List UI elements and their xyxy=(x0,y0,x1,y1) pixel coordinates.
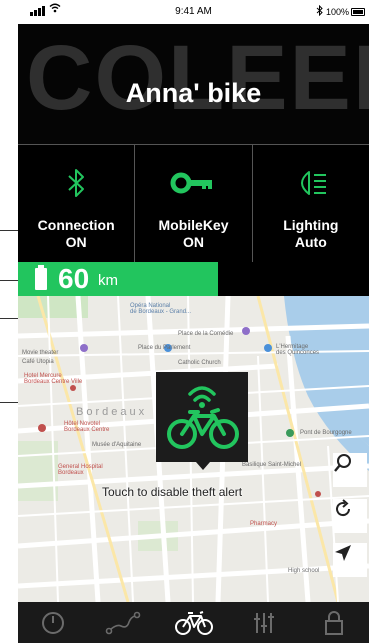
bicycle-icon xyxy=(174,610,213,635)
nav-bike[interactable] xyxy=(158,602,228,643)
key-icon xyxy=(135,165,251,201)
map-label-catholic-church: Catholic Church xyxy=(178,360,221,366)
search-icon xyxy=(334,454,351,472)
status-tiles: Connection ON MobileKey ON Lighting Auto xyxy=(18,144,369,262)
phone-screen: 9:41 AM 100% COLEEN Anna' bike Connectio… xyxy=(18,0,369,643)
map-label-pont: Pont de Bourgogne xyxy=(300,430,352,436)
battery-icon xyxy=(351,8,365,16)
range-value: 60 xyxy=(58,263,90,294)
status-bar: 9:41 AM 100% xyxy=(18,0,369,24)
headlight-icon xyxy=(253,165,369,201)
tile-connection[interactable]: Connection ON xyxy=(18,145,136,262)
range-unit: km xyxy=(98,272,118,289)
map-label-basilique: Basilique Saint-Michel xyxy=(242,462,302,468)
range-bar: 60 km xyxy=(18,262,218,296)
bike-alarm-icon xyxy=(167,386,239,449)
nav-lock[interactable] xyxy=(299,602,369,643)
map-marker[interactable] xyxy=(264,344,272,352)
tile-lighting-value: Auto xyxy=(294,234,327,250)
map-label-novotel: Hôtel Novotel Bordeaux Centre xyxy=(64,421,110,433)
lock-icon xyxy=(324,610,343,635)
map-refresh-button[interactable] xyxy=(333,499,367,533)
map-label-pharmacy: Pharmacy xyxy=(250,521,278,527)
map-label-opera: Opéra National de Bordeaux - Grand... xyxy=(130,303,192,315)
map-locate-button[interactable] xyxy=(333,543,367,577)
theft-alert-text: Touch to disable theft alert xyxy=(102,485,243,499)
header: COLEEN Anna' bike xyxy=(18,24,369,144)
page-title: Anna' bike xyxy=(125,78,262,108)
map-label-high-school: High school xyxy=(288,568,320,574)
map-label-place-comedie: Place de la Comédie xyxy=(178,331,234,337)
map-label-place-parlement: Place du Parlement xyxy=(138,345,191,351)
annotation-line-3 xyxy=(0,318,18,319)
tile-mobilekey-value: ON xyxy=(182,234,204,250)
speedometer-icon xyxy=(42,611,65,634)
tile-mobilekey-label: MobileKey xyxy=(158,217,229,233)
bottom-nav xyxy=(18,602,369,643)
map-label-hospital: General Hospital Bordeaux xyxy=(58,464,103,476)
tile-lighting[interactable]: Lighting Auto xyxy=(253,145,369,262)
tile-lighting-label: Lighting xyxy=(283,217,339,233)
map-label-hermitage: L'Hermitage des Quinconces xyxy=(276,344,320,356)
nav-route[interactable] xyxy=(88,602,158,643)
annotation-line-2 xyxy=(0,280,18,281)
map-label-hotel-mercure: Hotel Mercure Bordeaux Centre Ville xyxy=(24,373,83,385)
map-marker[interactable] xyxy=(242,327,250,335)
tile-connection-label: Connection xyxy=(37,217,115,233)
map-label-cafe: Café Utopia xyxy=(22,359,54,365)
map-search-button[interactable] xyxy=(333,453,367,487)
nav-settings[interactable] xyxy=(229,602,299,643)
tile-mobilekey[interactable]: MobileKey ON xyxy=(135,145,253,262)
annotation-line-4 xyxy=(0,402,18,403)
map-marker[interactable] xyxy=(70,385,76,391)
map-label-bordeaux: Bordeaux xyxy=(76,406,148,418)
battery-icon xyxy=(35,265,47,290)
bluetooth-icon xyxy=(316,4,323,19)
map-marker[interactable] xyxy=(80,344,88,352)
route-icon xyxy=(105,611,141,634)
bluetooth-icon xyxy=(18,165,134,201)
tile-connection-value: ON xyxy=(65,234,87,250)
map-label-movie-theater: Movie theater xyxy=(22,350,59,356)
map-view[interactable]: Opéra National de Bordeaux - Grand... Pla… xyxy=(18,296,369,602)
refresh-icon xyxy=(336,499,351,517)
map-label-musee: Musée d'Aquitaine xyxy=(92,442,142,448)
map-marker[interactable] xyxy=(38,424,46,432)
map-marker[interactable] xyxy=(315,491,321,497)
battery-percent: 100% xyxy=(325,7,349,17)
annotation-line-1 xyxy=(0,230,18,231)
nav-speedometer[interactable] xyxy=(18,602,88,643)
theft-alert-button[interactable] xyxy=(156,372,248,470)
map-marker[interactable] xyxy=(286,429,294,437)
settings-sliders-icon xyxy=(253,612,274,633)
navigation-arrow-icon xyxy=(335,545,351,561)
